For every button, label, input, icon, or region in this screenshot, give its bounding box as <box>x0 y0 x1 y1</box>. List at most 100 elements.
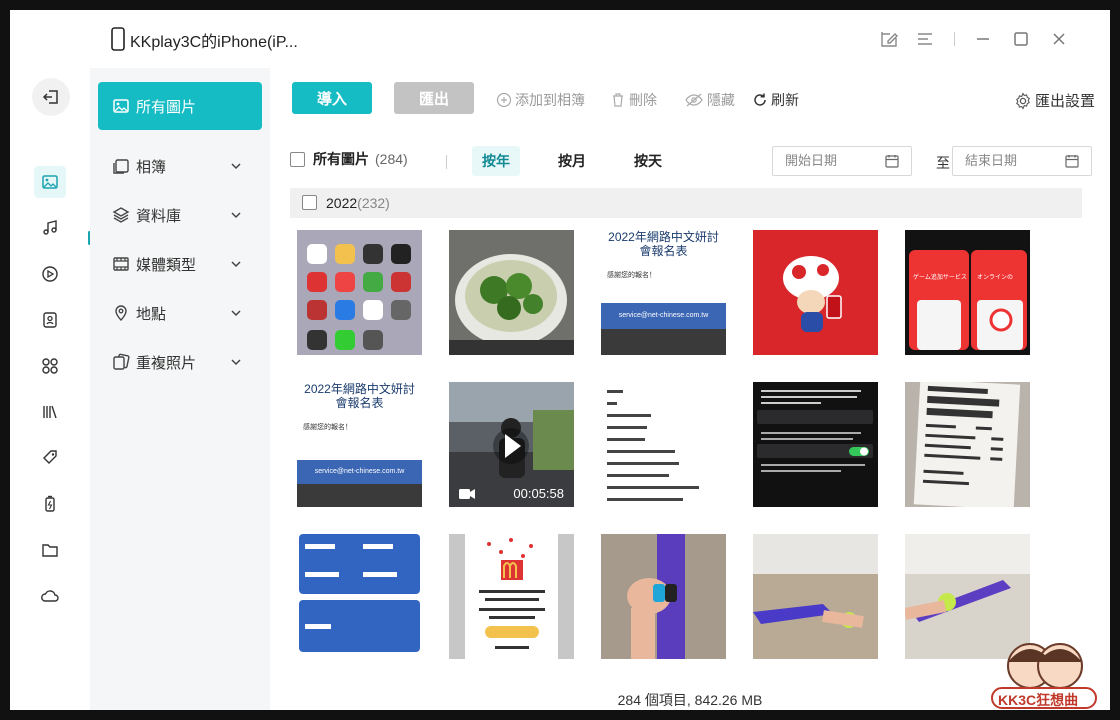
tab-by-year[interactable]: 按年 <box>472 146 520 176</box>
rail-photos[interactable] <box>34 166 66 198</box>
title-bar: KKplay3C的iPhone(iP... <box>10 10 1110 68</box>
rail-music[interactable] <box>34 212 66 244</box>
category-label: 相簿 <box>136 158 167 176</box>
battery-settings-image <box>753 382 878 507</box>
phone-icon <box>111 27 125 51</box>
category-duplicates[interactable]: 重複照片 <box>98 338 262 386</box>
delete-button[interactable]: 刪除 <box>610 90 657 110</box>
toy-gun-image <box>753 534 878 659</box>
refresh-button[interactable]: 刷新 <box>752 90 799 110</box>
category-label: 所有圖片 <box>136 98 197 116</box>
start-date-field[interactable]: 開始日期 <box>772 146 912 176</box>
menu-icon[interactable] <box>914 28 936 50</box>
video-duration: 00:05:58 <box>513 486 564 501</box>
export-button[interactable]: 匯出 <box>394 82 474 114</box>
export-settings-button[interactable]: 匯出設置 <box>1014 90 1095 111</box>
close-icon[interactable] <box>1048 28 1070 50</box>
watermark-text: KK3C狂想曲 <box>998 692 1079 708</box>
rail-apps[interactable] <box>34 350 66 382</box>
category-all-photos[interactable]: 所有圖片 <box>98 82 262 130</box>
delete-label: 刪除 <box>629 92 657 108</box>
battery-icon <box>45 495 55 512</box>
photo-thumbnail[interactable]: 2022年網路中文妍討會報名表 感謝您的報名！ service@net-chin… <box>601 230 726 355</box>
minimize-icon[interactable] <box>972 28 994 50</box>
eye-off-icon <box>685 93 703 107</box>
film-icon <box>113 257 129 271</box>
receipt-image <box>905 382 1030 507</box>
photo-thumbnail[interactable] <box>753 382 878 507</box>
calendar-icon[interactable] <box>1065 154 1079 168</box>
category-location[interactable]: 地點 <box>98 289 262 337</box>
rail-cloud[interactable] <box>34 580 66 612</box>
broccoli-image <box>449 230 574 355</box>
refresh-label: 刷新 <box>771 92 799 108</box>
photo-grid: 2022年網路中文妍討會報名表 感謝您的報名！ service@net-chin… <box>297 230 1057 690</box>
import-button[interactable]: 導入 <box>292 82 372 114</box>
chevron-down-icon[interactable] <box>230 160 242 172</box>
category-label: 媒體類型 <box>136 256 197 274</box>
photo-thumbnail[interactable] <box>753 534 878 659</box>
folder-icon <box>42 544 58 557</box>
select-all-label: 所有圖片 <box>313 151 369 167</box>
start-date-placeholder: 開始日期 <box>785 153 838 168</box>
tab-by-day[interactable]: 按天 <box>624 146 672 176</box>
divider <box>446 155 447 169</box>
photo-thumbnail[interactable] <box>449 534 574 659</box>
duplicate-icon <box>113 353 130 370</box>
year-checkbox[interactable] <box>302 195 317 210</box>
photo-thumbnail[interactable]: ゲーム追加サービス オンラインの <box>905 230 1030 355</box>
photo-thumbnail[interactable] <box>601 382 726 507</box>
hide-button[interactable]: 隱藏 <box>684 90 735 110</box>
photo-thumbnail[interactable] <box>449 230 574 355</box>
tab-by-month[interactable]: 按月 <box>548 146 596 176</box>
chevron-down-icon[interactable] <box>230 307 242 319</box>
photo-thumbnail[interactable] <box>297 534 422 659</box>
refresh-icon <box>754 93 766 106</box>
category-media-types[interactable]: 媒體類型 <box>98 240 262 288</box>
photos-icon <box>42 175 58 189</box>
plus-circle-icon <box>496 92 512 108</box>
layers-icon <box>112 207 130 223</box>
hide-label: 隱藏 <box>707 92 735 108</box>
chevron-down-icon[interactable] <box>230 356 242 368</box>
nav-rail <box>10 68 91 710</box>
select-all-checkbox[interactable] <box>290 151 305 167</box>
photo-thumbnail[interactable] <box>753 230 878 355</box>
form-thanks-text: 感謝您的報名！ <box>303 424 352 431</box>
rail-video[interactable] <box>34 258 66 290</box>
trash-icon <box>613 93 623 107</box>
chevron-down-icon[interactable] <box>230 209 242 221</box>
device-title: KKplay3C的iPhone(iP... <box>130 34 298 51</box>
gear-icon <box>1016 91 1030 110</box>
rail-books[interactable] <box>34 396 66 428</box>
add-to-album-label: 添加到相簿 <box>515 92 585 108</box>
rail-battery[interactable] <box>34 488 66 520</box>
game-service-text: ゲーム追加サービス <box>913 275 967 281</box>
form-title-text: 2022年網路中文妍討會報名表 <box>608 230 719 258</box>
rail-tags[interactable] <box>34 442 66 474</box>
album-icon <box>113 159 129 174</box>
photo-thumbnail[interactable] <box>905 382 1030 507</box>
category-library[interactable]: 資料庫 <box>98 191 262 239</box>
year-value: 2022 <box>326 195 358 211</box>
photo-thumbnail[interactable] <box>601 534 726 659</box>
photo-thumbnail[interactable]: 2022年網路中文妍討會報名表 感謝您的報名！ service@net-chin… <box>297 382 422 507</box>
select-all[interactable]: 所有圖片 (284) <box>290 149 408 169</box>
mcdonalds-coupon-image <box>449 534 574 659</box>
back-button[interactable] <box>32 78 70 116</box>
form-email-text: service@net-chinese.com.tw <box>297 460 422 484</box>
video-thumbnail[interactable]: 00:05:58 <box>449 382 574 507</box>
rail-files[interactable] <box>34 534 66 566</box>
photo-thumbnail[interactable] <box>297 230 422 355</box>
chevron-down-icon[interactable] <box>230 258 242 270</box>
category-albums[interactable]: 相簿 <box>98 142 262 190</box>
category-label: 地點 <box>136 305 167 323</box>
end-date-field[interactable]: 結束日期 <box>952 146 1092 176</box>
add-to-album-button[interactable]: 添加到相簿 <box>496 90 585 110</box>
maximize-icon[interactable] <box>1010 28 1032 50</box>
edit-icon[interactable] <box>878 28 900 50</box>
rail-contacts[interactable] <box>34 304 66 336</box>
year-group-header: 2022(232) <box>290 188 1082 218</box>
photo-count: (284) <box>375 151 408 167</box>
calendar-icon[interactable] <box>885 154 899 168</box>
